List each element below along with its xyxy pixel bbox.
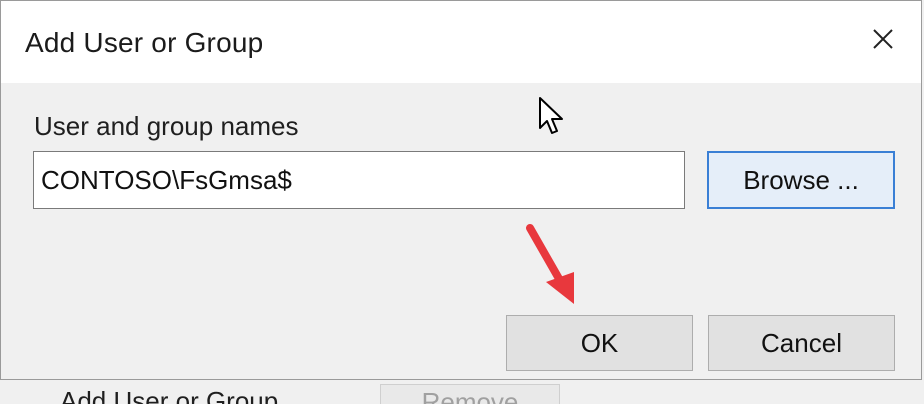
screen: Add User or Group Remove Add User or Gro… bbox=[0, 0, 924, 404]
close-icon bbox=[873, 29, 893, 49]
dialog-title: Add User or Group bbox=[25, 27, 264, 58]
background-remove-button: Remove bbox=[380, 384, 560, 404]
background-remove-label: Remove bbox=[421, 387, 519, 404]
dialog-title-bar: Add User or Group bbox=[1, 1, 921, 83]
background-add-button-label: Add User or Group bbox=[60, 386, 279, 404]
mouse-pointer-icon bbox=[539, 97, 563, 134]
dialog-content: User and group names Browse ... OK Cance… bbox=[1, 83, 921, 379]
user-group-names-input[interactable] bbox=[33, 151, 685, 209]
underlying-window: Add User or Group Remove bbox=[0, 380, 924, 404]
red-arrow-icon bbox=[526, 224, 574, 304]
add-user-or-group-dialog: Add User or Group User and group names B… bbox=[0, 0, 922, 380]
user-group-names-label: User and group names bbox=[34, 111, 299, 141]
cancel-button[interactable]: Cancel bbox=[708, 315, 895, 371]
ok-button[interactable]: OK bbox=[506, 315, 693, 371]
close-button[interactable] bbox=[863, 19, 903, 59]
browse-button[interactable]: Browse ... bbox=[707, 151, 895, 209]
